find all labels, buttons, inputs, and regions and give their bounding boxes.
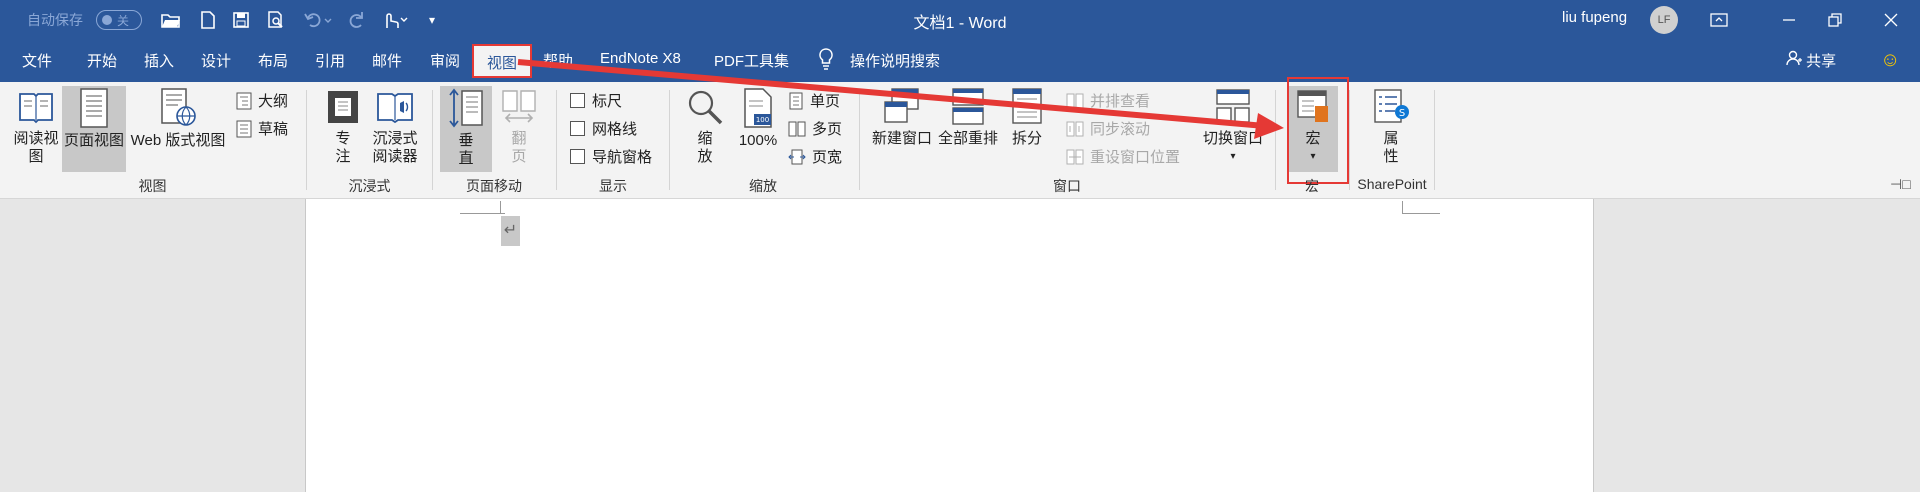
arrow-head bbox=[1254, 113, 1284, 139]
arrow-shaft bbox=[517, 59, 1266, 129]
annotation-arrow bbox=[517, 59, 1284, 139]
